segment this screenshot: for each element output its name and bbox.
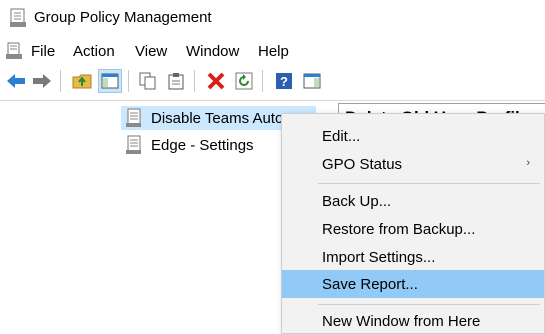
toolbar-separator bbox=[60, 70, 61, 92]
menu-window[interactable]: Window bbox=[186, 43, 239, 60]
up-folder-icon bbox=[72, 74, 92, 89]
toolbar-separator bbox=[194, 70, 195, 92]
help-button[interactable]: ? bbox=[272, 69, 296, 93]
delete-button[interactable] bbox=[204, 69, 228, 93]
forward-button[interactable] bbox=[30, 69, 54, 93]
window-title: Group Policy Management bbox=[34, 9, 212, 26]
show-hide-action-pane-button[interactable] bbox=[300, 69, 324, 93]
toolbar-separator bbox=[128, 70, 129, 92]
copy-button[interactable] bbox=[136, 69, 160, 93]
title-bar: Group Policy Management bbox=[0, 0, 545, 36]
delete-icon bbox=[207, 72, 225, 90]
gpo-icon bbox=[126, 108, 141, 127]
forward-arrow-icon bbox=[33, 74, 51, 88]
menu-item-label: Back Up... bbox=[322, 192, 392, 210]
gpmc-window: Group Policy Management File Action View… bbox=[0, 0, 545, 334]
menu-item-label: New Window from Here bbox=[322, 312, 481, 330]
show-hide-action-pane-icon bbox=[303, 73, 321, 89]
up-folder-button[interactable] bbox=[70, 69, 94, 93]
refresh-button[interactable] bbox=[232, 69, 256, 93]
toolbar-separator bbox=[262, 70, 263, 92]
menu-item-restore-from-backup[interactable]: Restore from Backup... bbox=[282, 215, 544, 243]
svg-text:?: ? bbox=[280, 74, 288, 89]
toolbar: ? bbox=[0, 64, 545, 98]
system-menu-icon[interactable] bbox=[5, 42, 23, 60]
chevron-right-icon: › bbox=[526, 157, 530, 169]
menu-item-new-window-from-here[interactable]: New Window from Here bbox=[282, 307, 544, 334]
gpmc-app-icon bbox=[10, 8, 26, 27]
menu-item-label: GPO Status bbox=[322, 155, 403, 173]
menu-file[interactable]: File bbox=[31, 43, 55, 60]
show-hide-tree-icon bbox=[101, 73, 119, 89]
menu-item-back-up[interactable]: Back Up... bbox=[282, 187, 544, 215]
menu-item-label: Restore from Backup... bbox=[322, 220, 476, 238]
menu-item-label: Edit... bbox=[322, 127, 361, 145]
menu-item-edit[interactable]: Edit... bbox=[282, 122, 544, 150]
copy-icon bbox=[139, 72, 156, 90]
menu-bar: File Action View Window Help bbox=[0, 38, 545, 64]
show-hide-tree-button[interactable] bbox=[98, 69, 122, 93]
paste-button[interactable] bbox=[164, 69, 188, 93]
paste-icon bbox=[168, 73, 184, 90]
menu-separator bbox=[318, 304, 540, 305]
help-icon: ? bbox=[276, 73, 292, 89]
tree-item-label: Edge - Settings bbox=[151, 136, 254, 154]
menu-item-import-settings[interactable]: Import Settings... bbox=[282, 243, 544, 271]
menu-separator bbox=[318, 183, 540, 184]
back-button[interactable] bbox=[4, 69, 28, 93]
refresh-icon bbox=[235, 72, 253, 90]
menu-item-label: Save Report... bbox=[322, 275, 418, 293]
menu-view[interactable]: View bbox=[135, 43, 167, 60]
back-arrow-icon bbox=[7, 74, 25, 88]
tree-item[interactable]: Edge - Settings bbox=[121, 133, 254, 157]
menu-action[interactable]: Action bbox=[73, 43, 115, 60]
context-menu: Edit... GPO Status › Back Up... Restore … bbox=[281, 113, 545, 334]
gpo-icon bbox=[126, 135, 141, 154]
menu-item-gpo-status[interactable]: GPO Status › bbox=[282, 150, 544, 178]
menu-item-label: Import Settings... bbox=[322, 248, 436, 266]
menu-item-save-report[interactable]: Save Report... bbox=[282, 270, 544, 298]
menu-help[interactable]: Help bbox=[258, 43, 289, 60]
